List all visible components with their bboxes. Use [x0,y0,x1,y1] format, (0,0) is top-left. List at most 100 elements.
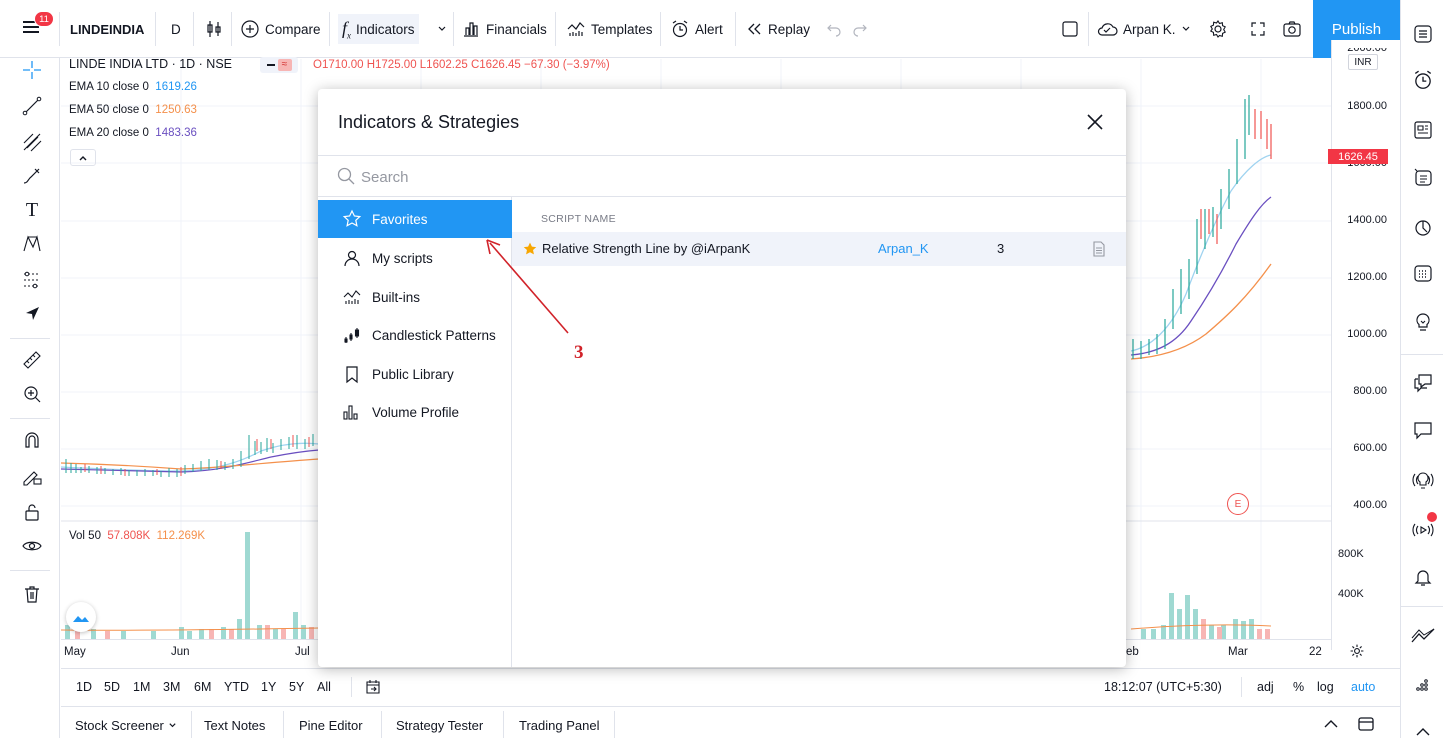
crosshair-tool[interactable] [20,58,44,82]
text-tool[interactable]: T [20,198,44,222]
chart-type-button[interactable] [204,17,224,41]
stay-in-drawing-tool[interactable] [20,464,44,488]
ema20-legend[interactable]: EMA 20 close 0 1483.36 [69,127,197,139]
more-panels-button[interactable] [1409,672,1437,700]
range-1m[interactable]: 1M [133,680,150,694]
lock-drawings-tool[interactable] [20,500,44,524]
zoom-tool[interactable] [20,382,44,406]
layout-button[interactable] [1061,17,1079,41]
streams-button[interactable] [1409,466,1437,494]
range-ytd[interactable]: YTD [224,680,249,694]
events-button[interactable] [1409,259,1437,287]
messages-button[interactable] [1409,416,1437,444]
category-public-library[interactable]: Public Library [318,355,512,393]
scroll-up-button[interactable] [1409,718,1437,738]
goto-date-button[interactable] [364,678,382,699]
price-axis[interactable]: INR 2000.00 1800.00 1600.00 1400.00 1200… [1328,40,1400,650]
axis-settings-button[interactable] [1349,643,1365,662]
alert-button[interactable]: Alert [670,17,723,41]
legend-toggle-button[interactable]: ≈ [260,57,298,73]
chevron-up-icon [1416,728,1430,736]
ema10-legend[interactable]: EMA 10 close 0 1619.26 [69,81,197,93]
calendar-icon [1414,265,1432,282]
range-all[interactable]: All [317,680,331,694]
log-toggle[interactable]: log [1317,680,1334,694]
collapse-legend-button[interactable] [70,149,96,166]
ema50-legend[interactable]: EMA 50 close 0 1250.63 [69,104,197,116]
symbol-search-button[interactable]: LINDEINDIA [70,17,144,41]
category-my-scripts[interactable]: My scripts [318,239,512,277]
remove-drawings-tool[interactable] [20,582,44,606]
fib-tool[interactable] [20,130,44,154]
screenshot-button[interactable] [1282,17,1302,41]
range-5d[interactable]: 5D [104,680,120,694]
collapse-panel-button[interactable] [1323,718,1339,733]
indicators-button[interactable]: fx Indicators [338,14,419,44]
measure-tool[interactable] [20,348,44,372]
category-candlestick-patterns[interactable]: Candlestick Patterns [318,316,512,354]
hotlist-button[interactable] [1409,163,1437,191]
range-6m[interactable]: 6M [194,680,211,694]
interval-button[interactable]: D [171,17,181,41]
tab-pine-editor[interactable]: Pine Editor [299,718,363,733]
chats-button[interactable] [1409,368,1437,396]
script-name: Relative Strength Line by @iArpanK [542,241,751,256]
category-favorites[interactable]: Favorites [318,200,512,238]
fullscreen-button[interactable] [1249,17,1267,41]
tab-text-notes[interactable]: Text Notes [204,718,265,733]
ruler-icon [23,351,41,369]
maximize-panel-button[interactable] [1357,716,1375,735]
financials-button[interactable]: Financials [461,17,547,41]
templates-button[interactable]: Templates [566,17,653,41]
clock-readout[interactable]: 18:12:07 (UTC+5:30) [1104,680,1222,694]
replay-button[interactable]: Replay [745,17,810,41]
watchlist-button[interactable] [1409,20,1437,48]
range-3m[interactable]: 3M [163,680,180,694]
magnet-tool[interactable] [20,428,44,452]
source-code-icon[interactable] [1092,241,1106,257]
compare-button[interactable]: Compare [240,17,321,41]
hide-drawings-tool[interactable] [20,534,44,558]
range-1y[interactable]: 1Y [261,680,276,694]
earnings-marker[interactable]: E [1227,493,1249,515]
news-icon [1414,168,1432,186]
tab-strategy-tester[interactable]: Strategy Tester [396,718,483,733]
search-input[interactable] [361,166,861,188]
brush-tool[interactable] [20,164,44,188]
tab-stock-screener[interactable]: Stock Screener [75,718,177,733]
range-5y[interactable]: 5Y [289,680,304,694]
indicators-dropdown-button[interactable] [437,17,447,41]
user-menu-button[interactable]: Arpan K. [1096,17,1191,41]
tab-trading-panel[interactable]: Trading Panel [519,718,599,733]
adj-toggle[interactable]: adj [1257,680,1274,694]
auto-toggle[interactable]: auto [1351,680,1375,694]
tradingview-logo-button[interactable] [1409,622,1437,650]
category-volume-profile[interactable]: Volume Profile [318,393,512,431]
percent-toggle[interactable]: % [1293,680,1304,694]
range-1d[interactable]: 1D [76,680,92,694]
star-filled-icon[interactable] [522,241,538,257]
calendar-button[interactable] [1409,213,1437,241]
trend-line-tool[interactable] [20,94,44,118]
pattern-tool[interactable] [20,232,44,256]
settings-button[interactable] [1208,17,1228,41]
undo-button[interactable] [826,17,842,41]
tradingview-logo[interactable] [66,602,96,632]
ideas-button[interactable] [1409,308,1437,336]
volume-legend[interactable]: Vol 50 57.808K 112.269K [69,530,205,542]
redo-button[interactable] [852,17,868,41]
category-built-ins[interactable]: Built-ins [318,278,512,316]
currency-label[interactable]: INR [1348,54,1378,70]
y-tick: 1400.00 [1347,214,1387,226]
notifications-button[interactable] [1409,563,1437,591]
prediction-tool[interactable] [20,268,44,292]
script-row[interactable]: Relative Strength Line by @iArpanK Arpan… [512,232,1126,266]
dash-icon [266,64,275,66]
ema20-label: EMA 20 close 0 [69,127,149,139]
close-button[interactable] [1084,111,1106,133]
alerts-button[interactable] [1409,66,1437,94]
script-author-link[interactable]: Arpan_K [878,241,929,256]
redo-icon [853,24,867,37]
icon-tool[interactable] [20,302,44,326]
data-window-button[interactable] [1409,116,1437,144]
